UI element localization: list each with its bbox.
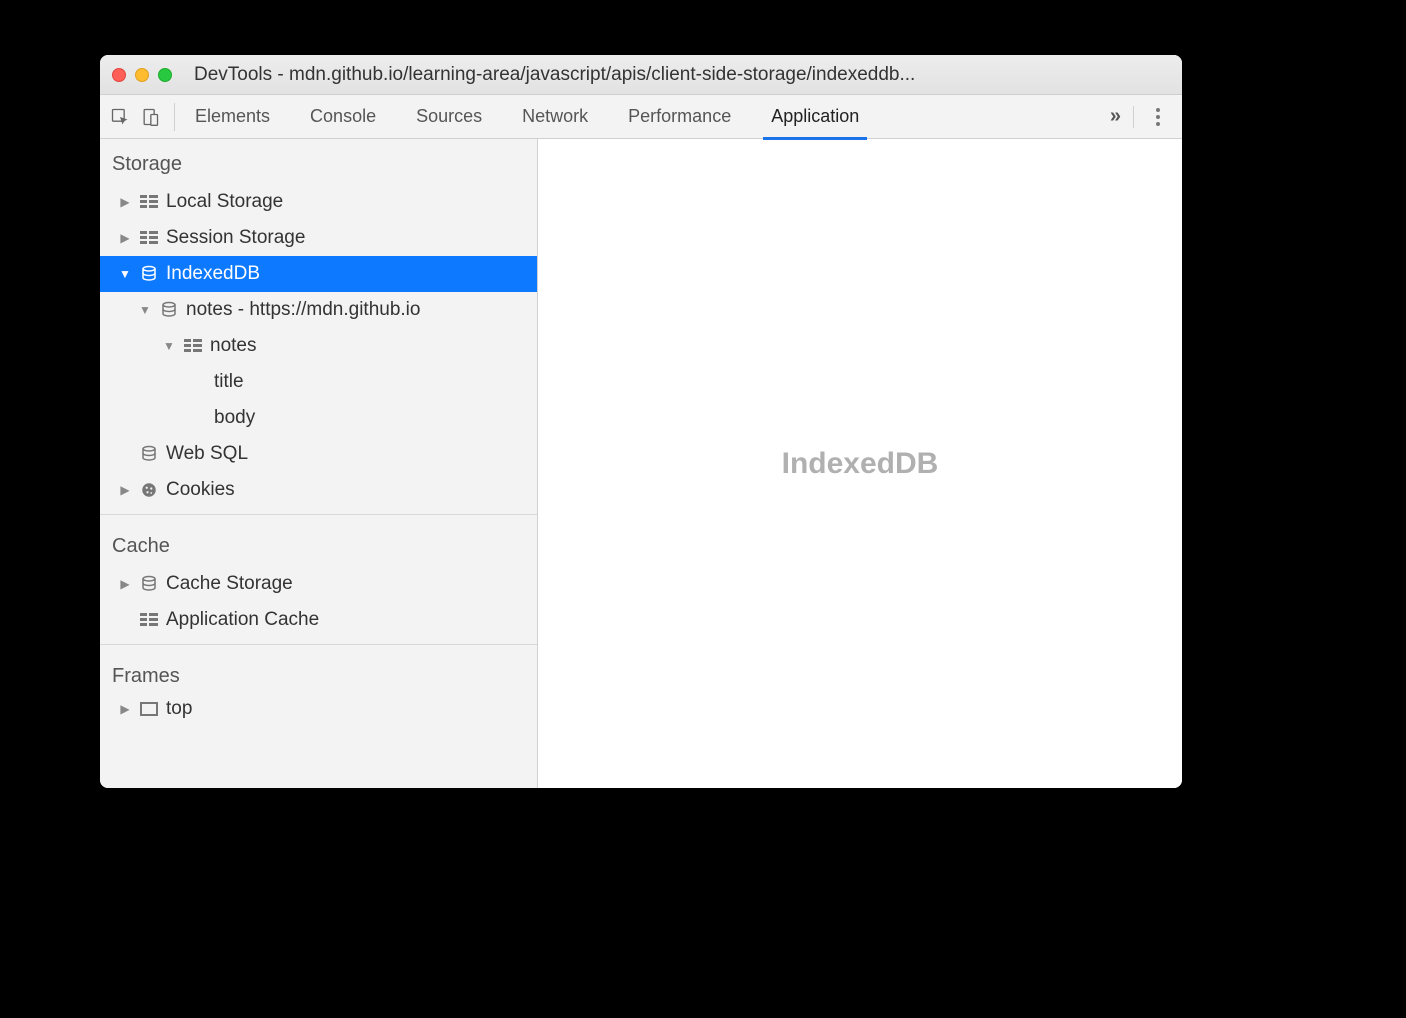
frame-icon: [138, 702, 160, 716]
cache-section-header: Cache: [100, 521, 537, 566]
tab-label: Performance: [628, 106, 731, 127]
tree-label: Cookies: [166, 479, 235, 501]
expand-arrow-icon: ▶: [118, 702, 132, 716]
minimize-window-button[interactable]: [135, 68, 149, 82]
sidebar-item-local-storage[interactable]: ▶ Local Storage: [100, 184, 537, 220]
tab-network[interactable]: Network: [502, 95, 608, 139]
frames-section-header: Frames: [100, 651, 537, 696]
expand-arrow-icon: ▶: [118, 483, 132, 497]
tab-elements[interactable]: Elements: [175, 95, 290, 139]
tab-label: Sources: [416, 106, 482, 127]
sidebar-item-web-sql[interactable]: ▶ Web SQL: [100, 436, 537, 472]
tab-label: Elements: [195, 106, 270, 127]
placeholder-heading: IndexedDB: [782, 447, 939, 481]
tree-label: notes: [210, 335, 256, 357]
sidebar-item-application-cache[interactable]: ▶ Application Cache: [100, 602, 537, 638]
inspect-element-icon[interactable]: [110, 107, 130, 127]
sidebar-item-db-notes[interactable]: ▼ notes - https://mdn.github.io: [100, 292, 537, 328]
storage-grid-icon: [138, 613, 160, 627]
sidebar-item-session-storage[interactable]: ▶ Session Storage: [100, 220, 537, 256]
more-options-icon[interactable]: [1150, 102, 1166, 132]
tree-label: Cache Storage: [166, 573, 293, 595]
devtools-body: Storage ▶ Local Storage ▶ Session Storag…: [100, 139, 1182, 788]
tree-label: notes - https://mdn.github.io: [186, 299, 420, 321]
collapse-arrow-icon: ▼: [138, 303, 152, 317]
sidebar-item-indexeddb[interactable]: ▼ IndexedDB: [100, 256, 537, 292]
device-toolbar-icon[interactable]: [140, 107, 160, 127]
sidebar-item-cache-storage[interactable]: ▶ Cache Storage: [100, 566, 537, 602]
titlebar: DevTools - mdn.github.io/learning-area/j…: [100, 55, 1182, 95]
application-sidebar: Storage ▶ Local Storage ▶ Session Storag…: [100, 139, 538, 788]
tree-label: Web SQL: [166, 443, 248, 465]
tree-label: title: [214, 371, 244, 393]
tree-label: IndexedDB: [166, 263, 260, 285]
devtools-tabstrip: Elements Console Sources Network Perform…: [100, 95, 1182, 139]
database-icon: [138, 575, 160, 593]
tree-label: Local Storage: [166, 191, 283, 213]
section-divider: [100, 644, 537, 645]
tree-label: Application Cache: [166, 609, 319, 631]
tree-label: Session Storage: [166, 227, 305, 249]
sidebar-item-frame-top[interactable]: ▶ top: [100, 696, 537, 722]
sidebar-item-store-notes[interactable]: ▼ notes: [100, 328, 537, 364]
expand-arrow-icon: ▶: [118, 195, 132, 209]
tree-label: body: [214, 407, 255, 429]
main-content-panel: IndexedDB: [538, 139, 1182, 788]
overflow-tabs-icon[interactable]: »: [1110, 105, 1117, 128]
devtools-window: DevTools - mdn.github.io/learning-area/j…: [100, 55, 1182, 788]
tab-performance[interactable]: Performance: [608, 95, 751, 139]
storage-grid-icon: [138, 195, 160, 209]
sidebar-item-index-body[interactable]: ▶ body: [100, 400, 537, 436]
database-icon: [138, 265, 160, 283]
tab-label: Network: [522, 106, 588, 127]
maximize-window-button[interactable]: [158, 68, 172, 82]
sidebar-item-cookies[interactable]: ▶ Cookies: [100, 472, 537, 508]
expand-arrow-icon: ▶: [118, 577, 132, 591]
tab-application[interactable]: Application: [751, 95, 879, 139]
collapse-arrow-icon: ▼: [162, 339, 176, 353]
tab-label: Console: [310, 106, 376, 127]
storage-section-header: Storage: [100, 139, 537, 184]
database-icon: [158, 301, 180, 319]
section-divider: [100, 514, 537, 515]
tab-console[interactable]: Console: [290, 95, 396, 139]
traffic-lights: [112, 68, 172, 82]
expand-arrow-icon: ▶: [118, 231, 132, 245]
storage-grid-icon: [138, 231, 160, 245]
tab-sources[interactable]: Sources: [396, 95, 502, 139]
cookie-icon: [138, 481, 160, 499]
tree-label: top: [166, 698, 192, 720]
collapse-arrow-icon: ▼: [118, 267, 132, 281]
sidebar-item-index-title[interactable]: ▶ title: [100, 364, 537, 400]
close-window-button[interactable]: [112, 68, 126, 82]
tab-label: Application: [771, 106, 859, 127]
window-title: DevTools - mdn.github.io/learning-area/j…: [188, 64, 1170, 86]
database-icon: [138, 445, 160, 463]
storage-grid-icon: [182, 339, 204, 353]
